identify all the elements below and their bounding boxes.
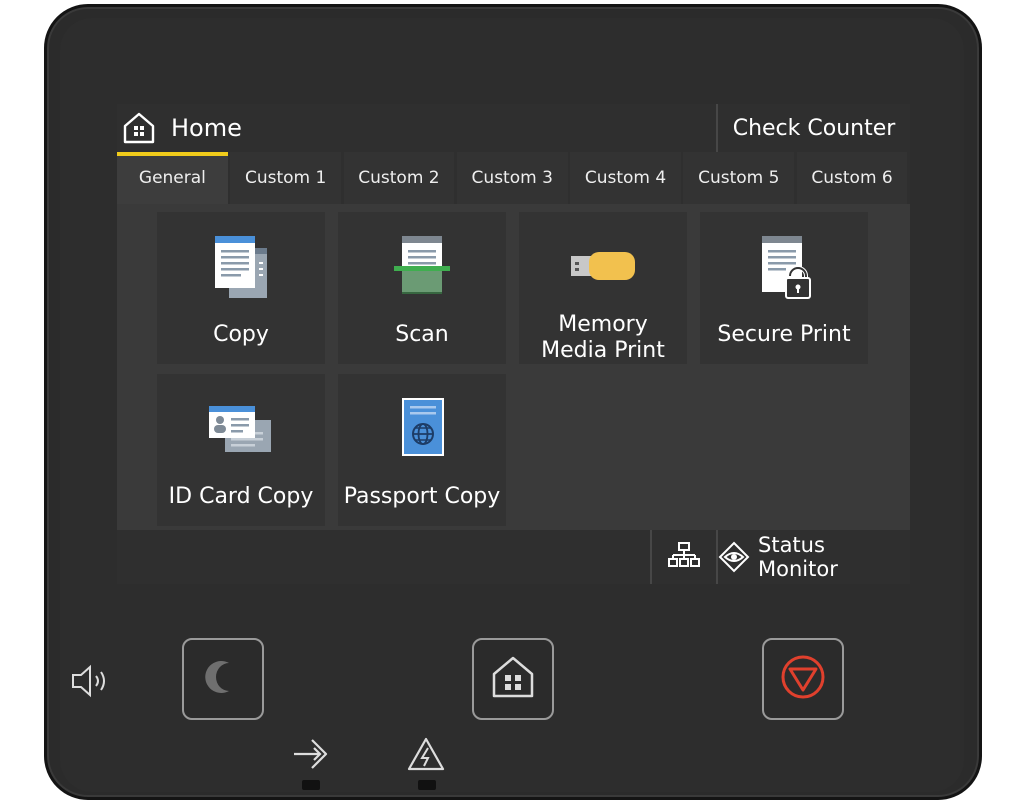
energy-saver-button[interactable] xyxy=(182,638,264,720)
tab-bar: General Custom 1 Custom 2 Custom 3 Custo… xyxy=(117,152,910,204)
secure-print-label: Secure Print xyxy=(717,322,851,347)
status-monitor-button[interactable]: Status Monitor xyxy=(716,530,910,584)
home-icon xyxy=(121,110,157,146)
data-indicator-led xyxy=(302,780,320,790)
passport-copy-label: Passport Copy xyxy=(343,484,501,509)
network-button[interactable] xyxy=(650,530,716,584)
secure-print-button[interactable]: Secure Print xyxy=(700,212,868,364)
network-icon xyxy=(668,541,700,573)
stop-icon xyxy=(779,653,827,705)
passport-icon xyxy=(382,390,462,470)
copy-icon xyxy=(201,228,281,308)
scan-label: Scan xyxy=(395,322,449,347)
top-bar: Home Check Counter xyxy=(117,104,910,152)
id-card-icon xyxy=(201,390,281,470)
id-card-copy-label: ID Card Copy xyxy=(168,484,314,509)
tab-custom-5[interactable]: Custom 5 xyxy=(683,152,795,204)
scan-icon xyxy=(382,228,462,308)
error-indicator-icon xyxy=(406,736,446,776)
status-bar: Status Monitor xyxy=(117,530,910,584)
memory-media-print-label-line1: Memory xyxy=(558,312,648,337)
memory-media-print-label-line2: Media Print xyxy=(541,338,665,363)
error-indicator-led xyxy=(418,780,436,790)
function-grid: Copy Scan Memory Media Print Secure Prin… xyxy=(117,204,910,530)
memory-media-print-button[interactable]: Memory Media Print xyxy=(519,212,687,364)
tab-custom-2[interactable]: Custom 2 xyxy=(343,152,455,204)
tab-custom-4[interactable]: Custom 4 xyxy=(570,152,681,204)
stop-button[interactable] xyxy=(762,638,844,720)
tab-custom-3[interactable]: Custom 3 xyxy=(456,152,568,204)
data-indicator-icon xyxy=(292,736,332,776)
tab-custom-6[interactable]: Custom 6 xyxy=(796,152,908,204)
check-counter-button[interactable]: Check Counter xyxy=(716,104,910,152)
usb-memory-icon xyxy=(563,228,643,304)
memory-media-print-label: Memory Media Print xyxy=(541,312,665,364)
status-monitor-label: Status Monitor xyxy=(758,533,838,581)
touch-screen: Home Check Counter General Custom 1 Cust… xyxy=(117,104,910,584)
tab-custom-1[interactable]: Custom 1 xyxy=(230,152,342,204)
secure-print-icon xyxy=(744,228,824,308)
eye-icon xyxy=(718,541,750,573)
passport-copy-button[interactable]: Passport Copy xyxy=(338,374,506,526)
id-card-copy-button[interactable]: ID Card Copy xyxy=(157,374,325,526)
scan-button[interactable]: Scan xyxy=(338,212,506,364)
home-icon xyxy=(490,654,536,704)
tab-general[interactable]: General xyxy=(117,152,228,204)
moon-icon xyxy=(203,657,243,701)
copy-label: Copy xyxy=(213,322,269,347)
page-title-text: Home xyxy=(171,114,242,142)
speaker-icon xyxy=(70,664,114,698)
home-hardware-button[interactable] xyxy=(472,638,554,720)
page-title: Home xyxy=(117,104,242,152)
copy-button[interactable]: Copy xyxy=(157,212,325,364)
